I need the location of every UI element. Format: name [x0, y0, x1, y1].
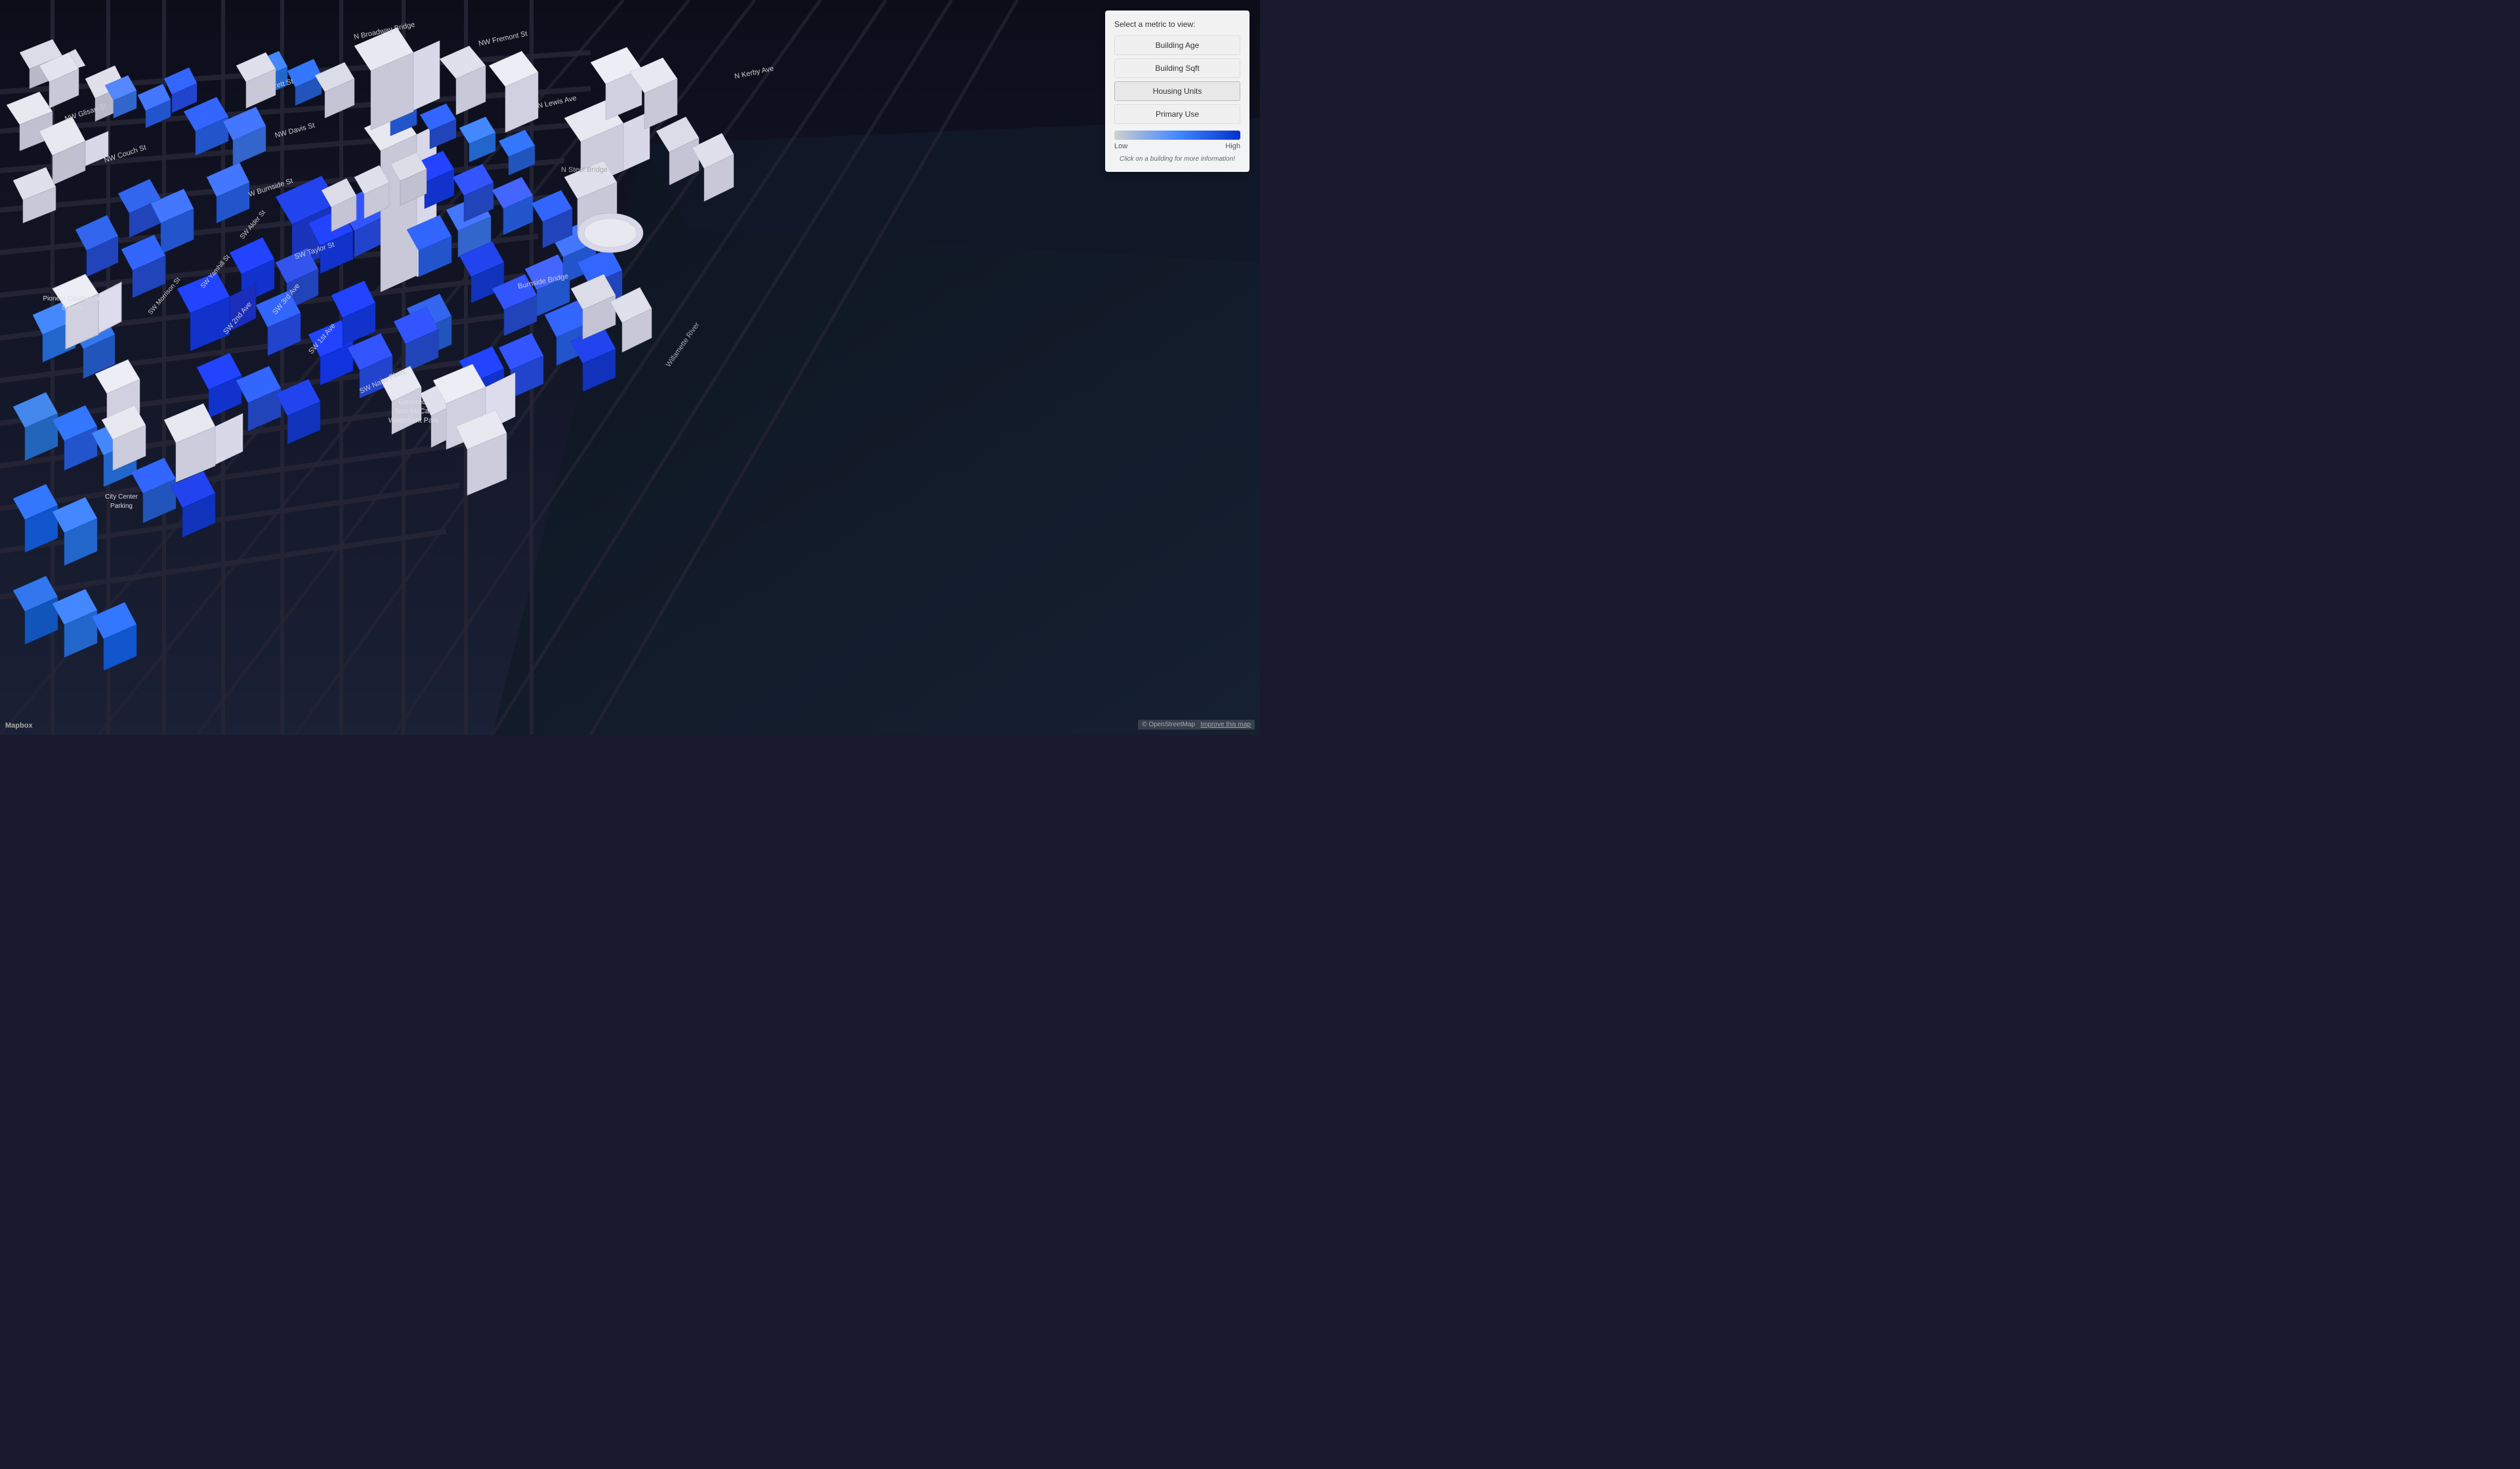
osm-credit: © OpenStreetMap: [1142, 721, 1195, 728]
gradient-labels: Low High: [1114, 142, 1240, 150]
svg-text:N Steel Bridge: N Steel Bridge: [561, 166, 608, 174]
svg-text:Square: Square: [62, 304, 83, 312]
gradient-bar-container: Low High: [1114, 131, 1240, 150]
svg-text:City Center: City Center: [105, 493, 138, 501]
gradient-high-label: High: [1225, 142, 1240, 150]
city-visualization[interactable]: N Broadway Bridge NW Fremont St NW Evere…: [0, 0, 1260, 735]
mapbox-logo-text: Mapbox: [5, 722, 33, 730]
gradient-low-label: Low: [1114, 142, 1127, 150]
building-age-button[interactable]: Building Age: [1114, 35, 1240, 55]
gradient-bar: [1114, 131, 1240, 140]
housing-units-button[interactable]: Housing Units: [1114, 81, 1240, 101]
improve-map-link[interactable]: Improve this map: [1200, 721, 1251, 728]
svg-text:Tom McCall: Tom McCall: [394, 407, 432, 415]
panel-title: Select a metric to view:: [1114, 20, 1240, 29]
svg-text:Parking: Parking: [110, 503, 133, 510]
map-container: N Broadway Bridge NW Fremont St NW Evere…: [0, 0, 1260, 735]
control-panel: Select a metric to view: Building Age Bu…: [1105, 10, 1250, 172]
svg-text:Waterfront Park: Waterfront Park: [388, 417, 439, 424]
primary-use-button[interactable]: Primary Use: [1114, 104, 1240, 124]
map-attribution[interactable]: © OpenStreetMap Improve this map: [1138, 720, 1255, 730]
building-sqft-button[interactable]: Building Sqft: [1114, 58, 1240, 78]
mapbox-logo: Mapbox: [5, 722, 33, 730]
svg-text:Pioneer Courthouse: Pioneer Courthouse: [43, 295, 102, 302]
click-info: Click on a building for more information…: [1114, 155, 1240, 163]
svg-text:Governor: Governor: [398, 398, 429, 406]
